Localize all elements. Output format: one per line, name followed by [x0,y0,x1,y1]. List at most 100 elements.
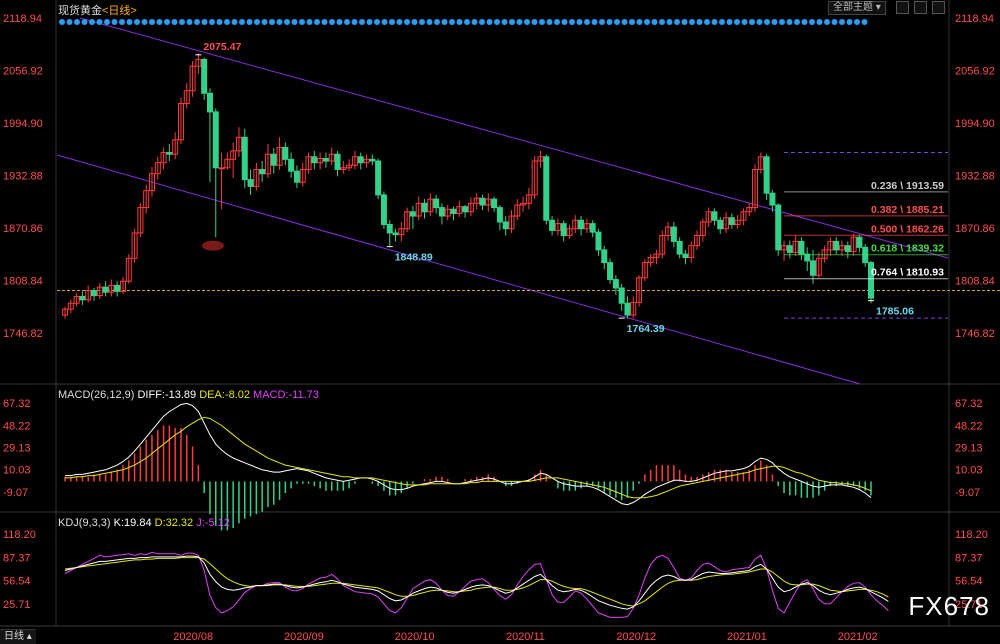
candle-body [114,284,121,292]
macd-tick-left: 67.32 [3,398,31,410]
event-dot [726,19,733,25]
candle-body [711,211,718,221]
event-dot [134,19,140,25]
event-dot [636,19,643,25]
date-tick: 2021/02 [838,631,878,643]
candle-body [375,160,382,196]
window-minimize-icon[interactable] [896,1,909,14]
subject-filter-label: 全部主题 [833,2,873,13]
event-dot [734,19,740,25]
event-dot [411,19,418,25]
window-restore-icon[interactable] [932,1,945,14]
event-dot [501,19,508,25]
event-dot [141,19,148,25]
macd-diff: DIFF:-13.89 [137,389,197,401]
price-tick-left: 1808.84 [3,276,43,288]
fib-level-label: 0.618 \ 1839.32 [871,243,944,255]
low-highlight-marker [201,240,224,251]
symbol-name: 现货黄金 [58,5,102,17]
period-label: <日线> [102,5,137,17]
candle-body [241,136,248,181]
event-dot [104,19,110,25]
event-dot [321,19,328,25]
event-dot [471,19,478,25]
candle-body [282,146,289,160]
event-dot [846,19,853,25]
macd-dea: DEA:-8.02 [199,389,250,401]
price-tick-right: 1932.88 [955,171,995,183]
event-dot [584,19,590,25]
kdj-tick-left: 25.71 [3,599,31,611]
macd-header: MACD(26,12,9) DIFF:-13.89 DEA:-8.02 MACD… [58,389,319,401]
event-dot [186,19,193,25]
candle-body [728,217,735,225]
event-dot [591,19,598,25]
event-dot [254,19,260,25]
annotation-label: 1848.89 [395,252,433,264]
kdj-tick-left: 87.37 [3,552,31,564]
event-dot [741,19,748,25]
event-dot [486,19,493,25]
event-dot [824,19,830,25]
event-dot [621,19,628,25]
macd-tick-left: 29.13 [3,442,31,454]
event-dot [854,19,860,25]
kdj-j: J:-5.12 [196,517,230,529]
timeframe-tab[interactable]: 日线 ▴ [0,629,36,644]
event-dot [66,19,73,25]
candle-body [212,111,219,169]
event-dot [479,19,485,25]
candle-body [201,58,208,94]
event-dot [284,19,290,25]
event-dot [156,19,163,25]
candle-body [496,207,503,223]
candle-body [670,226,677,242]
event-dot [749,19,755,25]
event-dot [494,19,500,25]
candle-body [357,156,364,164]
event-dot [839,19,845,25]
candle-body [595,231,602,251]
candle-body [607,262,614,281]
event-dot [711,19,718,25]
price-tick-left: 1746.82 [3,328,43,340]
event-dot [554,19,560,25]
macd-tick-left: 10.03 [3,465,31,477]
candle-body [491,198,498,209]
event-dot [509,19,515,25]
event-dot [201,19,208,25]
macd-dea-line [65,416,872,499]
event-dot [329,19,335,25]
macd-tick-right: 67.32 [955,398,983,410]
event-dot [366,19,373,25]
event-dot [516,19,523,25]
event-dots [59,19,868,25]
event-dot [119,19,125,25]
event-dot [164,19,170,25]
date-tick: 2020/08 [173,631,213,643]
event-dot [396,19,403,25]
event-dot [531,19,538,25]
candle-body [206,92,213,113]
event-dot [576,19,583,25]
event-dot [719,19,725,25]
timeframe-label: 日线 [4,631,24,642]
price-tick-left: 2056.92 [3,66,43,78]
candle-body [433,198,440,209]
event-dot [666,19,673,25]
event-dot [336,19,343,25]
event-dot [464,19,470,25]
event-dot [539,19,545,25]
event-dot [239,19,245,25]
event-dot [246,19,253,25]
date-tick: 2021/01 [727,631,767,643]
macd-panel [64,402,872,531]
subject-filter-button[interactable]: 全部主题 ▾ [828,1,886,15]
candle-body [769,192,776,206]
event-dot [276,19,283,25]
event-dot [179,19,185,25]
window-grid-icon[interactable] [914,1,927,14]
price-tick-right: 1870.86 [955,223,995,235]
macd-tick-right: 48.22 [955,420,983,432]
candle-body [102,286,109,293]
